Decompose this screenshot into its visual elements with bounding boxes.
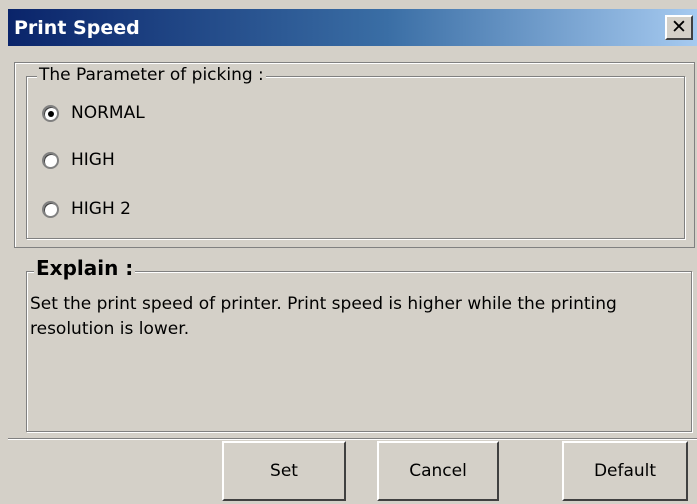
radio-button-high2[interactable] [42, 200, 59, 218]
explain-text: Set the print speed of printer. Print sp… [30, 294, 617, 339]
radio-high[interactable]: HIGH [42, 148, 115, 172]
radio-normal[interactable]: NORMAL [42, 101, 145, 125]
radio-high2[interactable]: HIGH 2 [42, 197, 131, 221]
explain-group: Explain : Set the print speed of printer… [26, 256, 692, 432]
close-button[interactable]: ✕ [665, 15, 693, 40]
cancel-button[interactable]: Cancel [377, 441, 499, 501]
title-bar[interactable]: Print Speed ✕ [8, 9, 697, 46]
default-button[interactable]: Default [562, 441, 688, 501]
radio-label-high2: HIGH 2 [71, 199, 131, 219]
radio-button-high[interactable] [42, 151, 59, 169]
explain-legend: Explain : [34, 256, 136, 280]
set-button[interactable]: Set [222, 441, 346, 501]
radio-label-normal: NORMAL [71, 103, 145, 123]
window-title: Print Speed [14, 17, 140, 39]
radio-label-high: HIGH [71, 150, 115, 170]
close-icon: ✕ [671, 16, 687, 38]
print-speed-dialog: Print Speed ✕ The Parameter of picking :… [0, 0, 697, 504]
button-divider [8, 438, 697, 440]
radio-button-normal[interactable] [42, 104, 59, 122]
picking-legend: The Parameter of picking : [37, 65, 266, 85]
